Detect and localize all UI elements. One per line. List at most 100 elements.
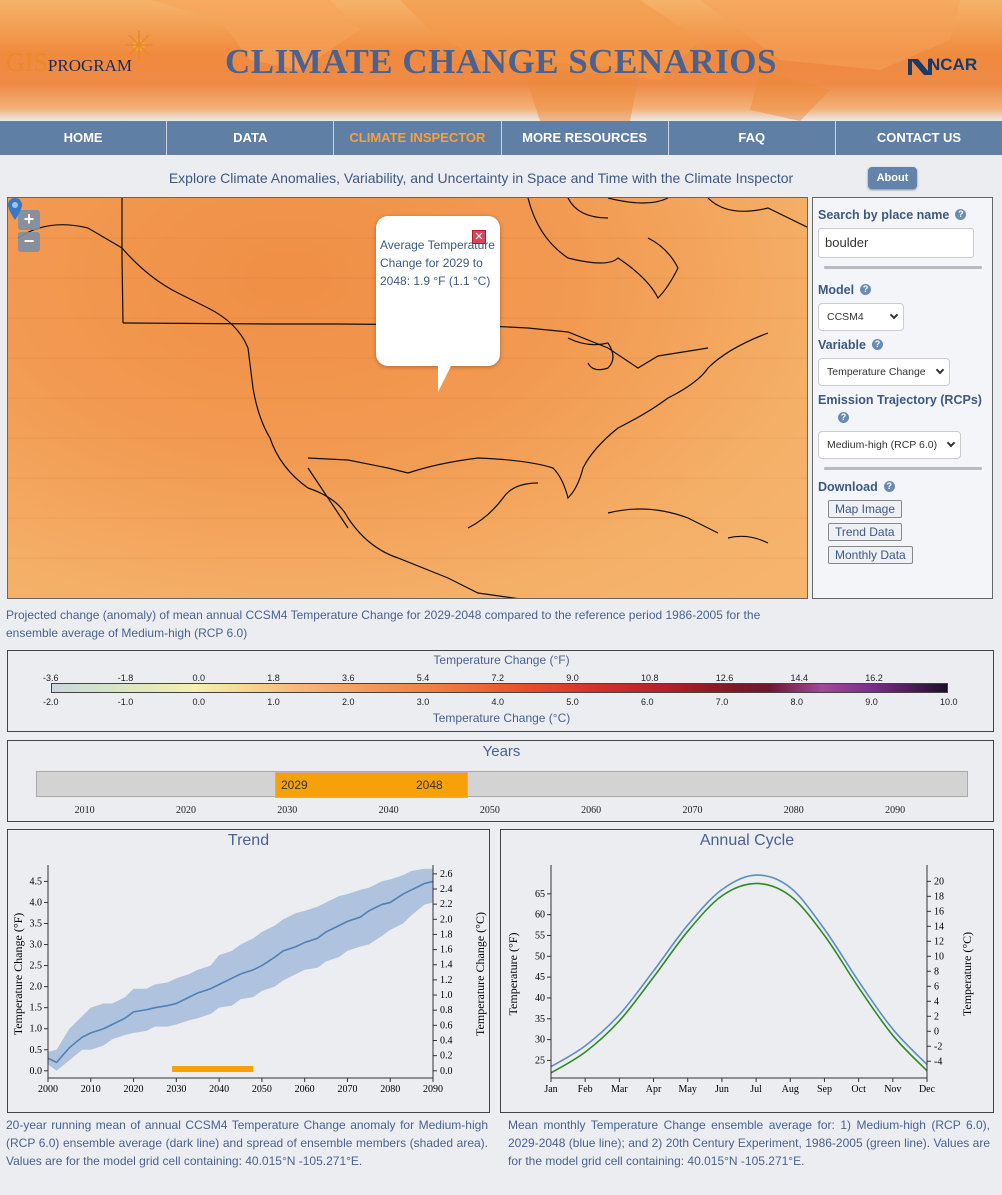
legend-tick-f: 1.8 xyxy=(267,673,280,683)
model-select[interactable]: CCSM4 xyxy=(818,303,904,331)
trend-x-tick-label: 2060 xyxy=(295,1084,315,1095)
about-button[interactable]: About xyxy=(868,167,917,189)
download-monthly-data-button[interactable]: Monthly Data xyxy=(828,546,913,564)
legend-tick-c: 0.0 xyxy=(192,697,206,707)
trend-spread-band xyxy=(48,868,433,1071)
nav-home[interactable]: HOME xyxy=(0,121,168,155)
cycle-x-tick-label: Dec xyxy=(919,1084,936,1095)
year-tick-label: 2040 xyxy=(378,805,399,816)
years-selector: Years 2029 2048 2010 2020 2030 2040 2050 2060… xyxy=(7,740,994,822)
nav-contact-us[interactable]: CONTACT US xyxy=(836,121,1002,155)
trend-x-tick-label: 2090 xyxy=(423,1084,443,1095)
legend-tick-c: 9.0 xyxy=(865,697,878,707)
legend-tick-c: 4.0 xyxy=(491,697,505,707)
emission-select[interactable]: Medium-high (RCP 6.0) xyxy=(818,431,961,459)
map-popup: Average Temperature Change for 2029 to 2… xyxy=(376,216,500,366)
trend-y-tick-label-right: 0.2 xyxy=(440,1051,453,1062)
variable-select[interactable]: Temperature Change xyxy=(818,358,950,386)
year-tick-label: 2070 xyxy=(682,805,703,816)
trend-period-highlight xyxy=(172,1066,254,1072)
cycle-y-axis-label: Temperature (°F) xyxy=(506,933,520,1016)
help-icon[interactable]: ? xyxy=(871,339,883,351)
help-icon[interactable]: ? xyxy=(955,209,967,221)
cycle-y-tick-label-right: -4 xyxy=(934,1056,942,1067)
legend-tick-c: 2.0 xyxy=(342,697,355,707)
legend-tick-f: 0.0 xyxy=(192,673,206,683)
legend-tick-f: 3.6 xyxy=(342,673,355,683)
trend-y-tick-label-right: 0.4 xyxy=(440,1035,453,1046)
chevron-down-icon xyxy=(889,310,899,320)
years-range-handle[interactable]: 2029 2048 xyxy=(275,772,468,798)
legend-tick-c: 10.0 xyxy=(940,697,958,707)
trend-chart-panel: Trend 2000 2010 2020 2030 2040 2050 2060 2070 20… xyxy=(7,829,490,1113)
trend-y-tick-label: 3.5 xyxy=(30,919,43,930)
trend-y-tick-label-right: 2.6 xyxy=(440,869,453,880)
location-pin-icon[interactable] xyxy=(8,198,22,220)
cycle-y-tick-label: 35 xyxy=(535,1014,545,1025)
legend-tick-f: -3.6 xyxy=(43,673,59,683)
trend-x-tick-label: 2020 xyxy=(124,1084,144,1095)
years-slider-track[interactable]: 2029 2048 xyxy=(36,771,968,798)
trend-y-tick-label-right: 2.2 xyxy=(440,899,453,910)
divider xyxy=(824,266,982,269)
trend-x-tick-label: 2010 xyxy=(81,1084,101,1095)
place-search-input[interactable]: boulder xyxy=(818,228,974,258)
emission-label: Emission Trajectory (RCPs) xyxy=(818,393,982,407)
variable-label: Variable xyxy=(818,338,866,352)
legend-tick-f: -1.8 xyxy=(117,673,134,683)
annual-cycle-panel: Annual Cycle Jan Feb Mar Apr May Jun Jul Aug Sep… xyxy=(500,829,994,1113)
cycle-y-tick-label: 55 xyxy=(535,930,545,941)
page-subtitle: Explore Climate Anomalies, Variability, … xyxy=(0,170,1002,186)
cycle-y-tick-label-right: 0 xyxy=(934,1026,939,1037)
download-map-image-button[interactable]: Map Image xyxy=(828,500,903,518)
cycle-y-tick-label-right: 10 xyxy=(934,951,944,962)
cycle-x-tick-label: Oct xyxy=(851,1084,866,1095)
trend-y-tick-label-right: 0.8 xyxy=(440,1005,453,1016)
cycle-y-tick-label-right: 12 xyxy=(934,936,944,947)
trend-y-tick-label-right: 2.0 xyxy=(440,914,453,925)
legend-tick-c: -2.0 xyxy=(43,697,59,707)
site-title: CLIMATE CHANGE SCENARIOS xyxy=(225,42,777,81)
cycle-x-tick-label: Mar xyxy=(611,1084,628,1095)
control-panel: Search by place name? boulder Model? CCS… xyxy=(812,197,993,599)
cycle-y-tick-label-right: 8 xyxy=(934,966,939,977)
nav-more-resources[interactable]: MORE RESOURCES xyxy=(502,121,669,155)
cycle-y-tick-label-right: 16 xyxy=(934,906,944,917)
cycle-x-tick-label: Sep xyxy=(817,1084,832,1095)
help-icon[interactable]: ? xyxy=(838,412,849,424)
legend-tick-c: 3.0 xyxy=(416,697,430,707)
cycle-y-tick-label-right: -2 xyxy=(934,1041,942,1052)
cycle-y-tick-label: 65 xyxy=(535,889,545,900)
popup-close-button[interactable]: ✕ xyxy=(472,230,486,244)
download-trend-data-button[interactable]: Trend Data xyxy=(828,523,902,541)
cycle-y-tick-label-right: 4 xyxy=(934,996,939,1007)
divider xyxy=(824,467,982,470)
cycle-y-tick-label-right: 6 xyxy=(934,981,939,992)
legend-title-f: Temperature Change (°F) xyxy=(433,653,570,667)
legend-tick-f: 5.4 xyxy=(416,673,430,683)
trend-y-tick-label: 0.0 xyxy=(30,1066,43,1077)
cycle-x-tick-label: Aug xyxy=(782,1084,799,1095)
year-tick-label: 2030 xyxy=(277,805,298,816)
nav-climate-inspector[interactable]: CLIMATE INSPECTOR xyxy=(334,121,502,155)
climate-map[interactable]: + − Average Temperature Change for 2029 … xyxy=(7,197,808,599)
help-icon[interactable]: ? xyxy=(860,284,872,296)
colorbar xyxy=(51,683,948,693)
trend-chart: 2000 2010 2020 2030 2040 2050 2060 2070 2080 2090… xyxy=(11,865,487,1095)
trend-y-axis-label: Temperature Change (°F) xyxy=(11,913,25,1036)
emission-select-value: Medium-high (RCP 6.0) xyxy=(827,439,938,451)
cycle-rcp-line xyxy=(550,874,928,1068)
model-select-value: CCSM4 xyxy=(827,311,864,323)
ncar-logo[interactable]: NCAR xyxy=(908,55,977,75)
trend-y-tick-label-right: 0.6 xyxy=(440,1020,453,1031)
nav-data[interactable]: DATA xyxy=(167,121,335,155)
cycle-x-tick-label: May xyxy=(679,1084,697,1095)
trend-y-tick-label-right: 1.6 xyxy=(440,945,453,956)
help-icon[interactable]: ? xyxy=(883,481,895,493)
nav-faq[interactable]: FAQ xyxy=(669,121,836,155)
variable-select-value: Temperature Change xyxy=(827,366,926,378)
cycle-historical-line xyxy=(550,882,928,1074)
zoom-out-button[interactable]: − xyxy=(18,232,40,252)
legend-tick-c: 1.0 xyxy=(267,697,280,707)
cycle-y-tick-label-right: 20 xyxy=(934,876,944,887)
